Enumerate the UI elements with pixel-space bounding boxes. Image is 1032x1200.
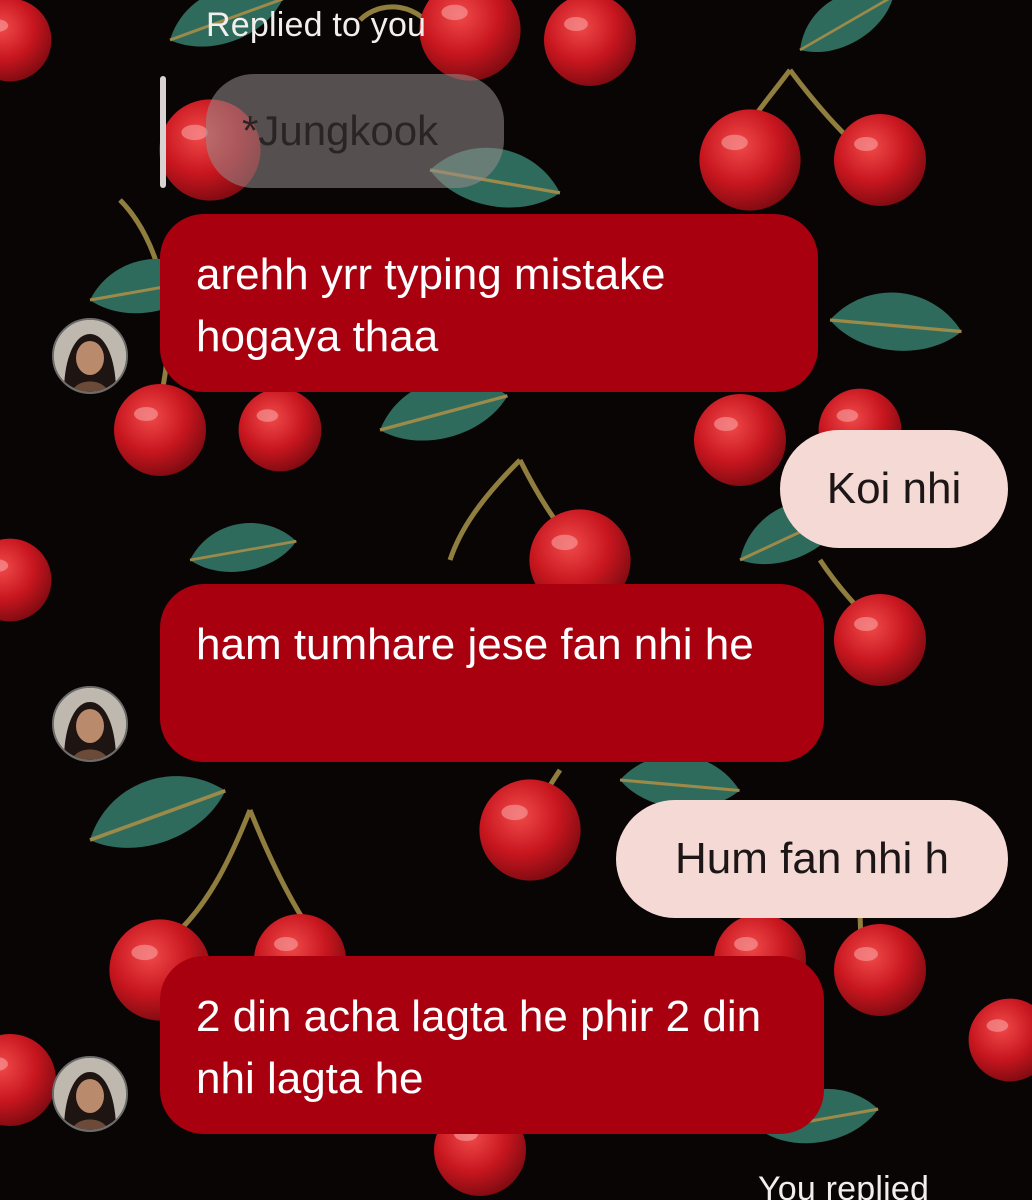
avatar[interactable]: [52, 1056, 128, 1132]
incoming-message-bubble[interactable]: arehh yrr typing mistake hogaya thaa: [160, 214, 818, 392]
avatar-photo: [54, 320, 126, 392]
chat-thread: Replied to you *Jungkook arehh yrr typin…: [0, 0, 1032, 1200]
quoted-message-bubble[interactable]: *Jungkook: [206, 74, 504, 188]
reply-indicator-bar: [160, 76, 166, 188]
incoming-message-bubble[interactable]: 2 din acha lagta he phir 2 din nhi lagta…: [160, 956, 824, 1134]
avatar[interactable]: [52, 318, 128, 394]
avatar[interactable]: [52, 686, 128, 762]
avatar-photo: [54, 688, 126, 760]
incoming-message-bubble[interactable]: ham tumhare jese fan nhi he: [160, 584, 824, 762]
you-replied-caption: You replied: [758, 1170, 930, 1200]
outgoing-message-bubble[interactable]: Koi nhi: [780, 430, 1008, 548]
replied-to-you-caption: Replied to you: [206, 6, 427, 44]
outgoing-message-bubble[interactable]: Hum fan nhi h: [616, 800, 1008, 918]
avatar-photo: [54, 1058, 126, 1130]
